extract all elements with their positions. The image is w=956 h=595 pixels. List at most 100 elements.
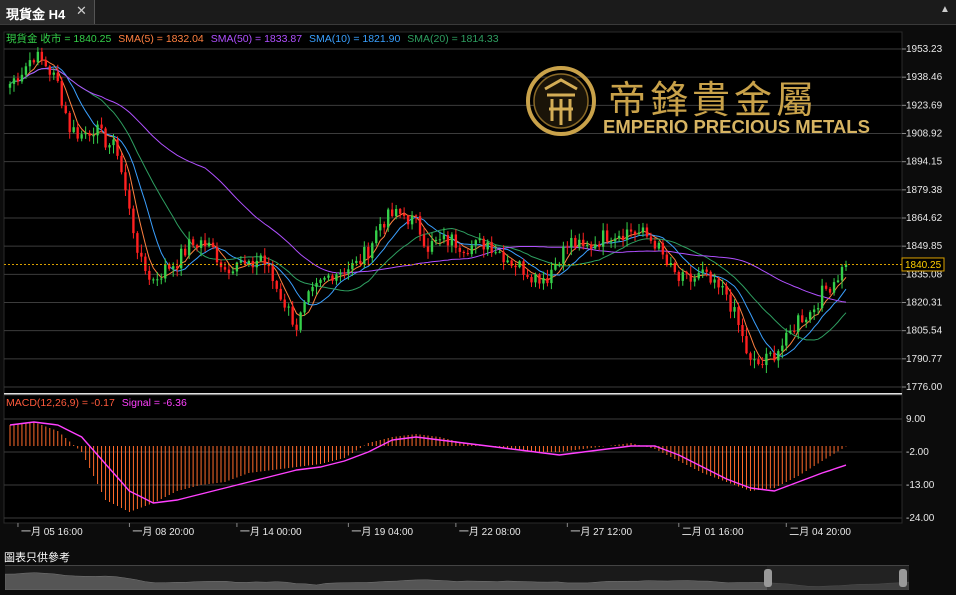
candle-body: [195, 245, 199, 248]
candle-body: [482, 238, 485, 250]
candle-body: [498, 251, 501, 253]
candle-body: [343, 272, 346, 274]
candle-body: [259, 255, 262, 261]
candle-body: [355, 260, 358, 264]
candle-body: [725, 285, 728, 295]
candle-body: [215, 247, 219, 263]
candle-body: [287, 306, 290, 308]
candle-body: [550, 269, 553, 284]
candle-body: [84, 132, 87, 135]
candle-body: [108, 145, 111, 148]
candle-body: [713, 279, 716, 283]
price-tick-label: 1805.54: [906, 326, 943, 337]
candle-body: [203, 240, 207, 247]
macd-tick-label: -24.00: [906, 513, 935, 524]
candle-body: [64, 105, 67, 114]
logo-english: EMPERIO PRECIOUS METALS: [603, 116, 870, 137]
candle-body: [92, 135, 95, 137]
candle-body: [466, 253, 469, 255]
candle-body: [367, 246, 370, 259]
candle-body: [530, 277, 533, 283]
candle-body: [379, 223, 382, 231]
candle-body: [542, 278, 545, 284]
candle-body: [494, 252, 497, 254]
candle-body: [769, 352, 772, 354]
candle-body: [16, 78, 20, 82]
candle-body: [586, 244, 589, 246]
candle-body: [136, 233, 139, 253]
candle-body: [263, 255, 266, 265]
candle-body: [319, 279, 322, 283]
candle-body: [522, 261, 525, 275]
candle-body: [777, 351, 780, 361]
candle-body: [789, 330, 792, 333]
macd-panel: [3, 394, 903, 524]
candle-body: [394, 208, 398, 217]
candle-body: [235, 262, 239, 272]
candle-body: [661, 242, 665, 255]
candle-body: [506, 260, 509, 263]
time-tick-label: 一月 27 12:00: [570, 526, 632, 538]
candle-body: [311, 286, 314, 292]
price-tick-label: 1953.23: [906, 44, 943, 55]
candle-body: [470, 245, 473, 255]
tab-chart[interactable]: 現貨金 H4 ✕: [0, 0, 95, 24]
window-menu-icon[interactable]: ▲: [940, 4, 950, 15]
candle-body: [383, 223, 386, 228]
candle-body: [697, 272, 700, 279]
candle-body: [633, 231, 637, 234]
title-bar: 現貨金 H4 ✕ ▲: [0, 0, 956, 25]
legend-sma5: SMA(5) = 1832.04: [118, 33, 204, 45]
candle-body: [140, 252, 143, 257]
candle-body: [805, 319, 808, 323]
candlestick-chart[interactable]: 1953.23 1938.46 1923.69 1908.92 1894.15 1879.…: [0, 25, 956, 551]
candle-body: [840, 267, 844, 281]
candle-body: [434, 239, 438, 242]
candle-body: [645, 227, 649, 237]
candle-body: [307, 291, 310, 303]
time-tick-label: 二月 01 16:00: [682, 526, 744, 538]
candle-body: [390, 209, 394, 217]
scroller-handle-right[interactable]: [899, 569, 907, 587]
candle-body: [605, 230, 609, 242]
candle-body: [100, 124, 103, 129]
candle-body: [271, 266, 274, 282]
price-axis: 1953.23 1938.46 1923.69 1908.92 1894.15 1879.…: [902, 44, 943, 524]
candle-body: [757, 359, 760, 365]
candle-body: [601, 230, 605, 247]
candle-body: [781, 345, 784, 352]
candle-body: [160, 278, 163, 280]
candle-body: [187, 239, 191, 256]
scroller-handle-left[interactable]: [764, 569, 772, 587]
current-price-label: 1840.25: [905, 260, 942, 271]
candle-body: [578, 239, 581, 248]
candle-body: [24, 66, 28, 75]
candle-body: [331, 275, 334, 281]
time-tick-label: 一月 14 00:00: [240, 526, 302, 538]
candle-body: [514, 265, 517, 268]
candle-body: [112, 139, 115, 146]
candle-body: [478, 238, 481, 241]
candle-body: [406, 215, 410, 225]
candle-body: [450, 234, 454, 246]
candle-body: [8, 83, 12, 88]
candle-body: [156, 279, 159, 281]
candle-body: [693, 278, 696, 282]
candle-body: [721, 285, 724, 288]
chart-area[interactable]: 1953.23 1938.46 1923.69 1908.92 1894.15 1879.…: [0, 25, 956, 551]
legend-macd: MACD(12,26,9) = -0.17: [6, 397, 115, 409]
close-icon[interactable]: ✕: [76, 3, 87, 19]
price-tick-label: 1790.77: [906, 354, 943, 365]
scroller-window[interactable]: [767, 566, 909, 590]
timeline-scroller[interactable]: [4, 565, 910, 591]
candle-body: [315, 282, 318, 287]
candle-body: [749, 353, 752, 360]
candle-body: [227, 269, 231, 274]
candle-body: [765, 353, 768, 366]
price-tick-label: 1894.15: [906, 157, 943, 168]
candle-body: [327, 275, 330, 278]
candle-body: [438, 239, 442, 241]
candle-body: [442, 235, 446, 240]
candle-body: [359, 260, 362, 264]
candle-body: [474, 240, 477, 246]
